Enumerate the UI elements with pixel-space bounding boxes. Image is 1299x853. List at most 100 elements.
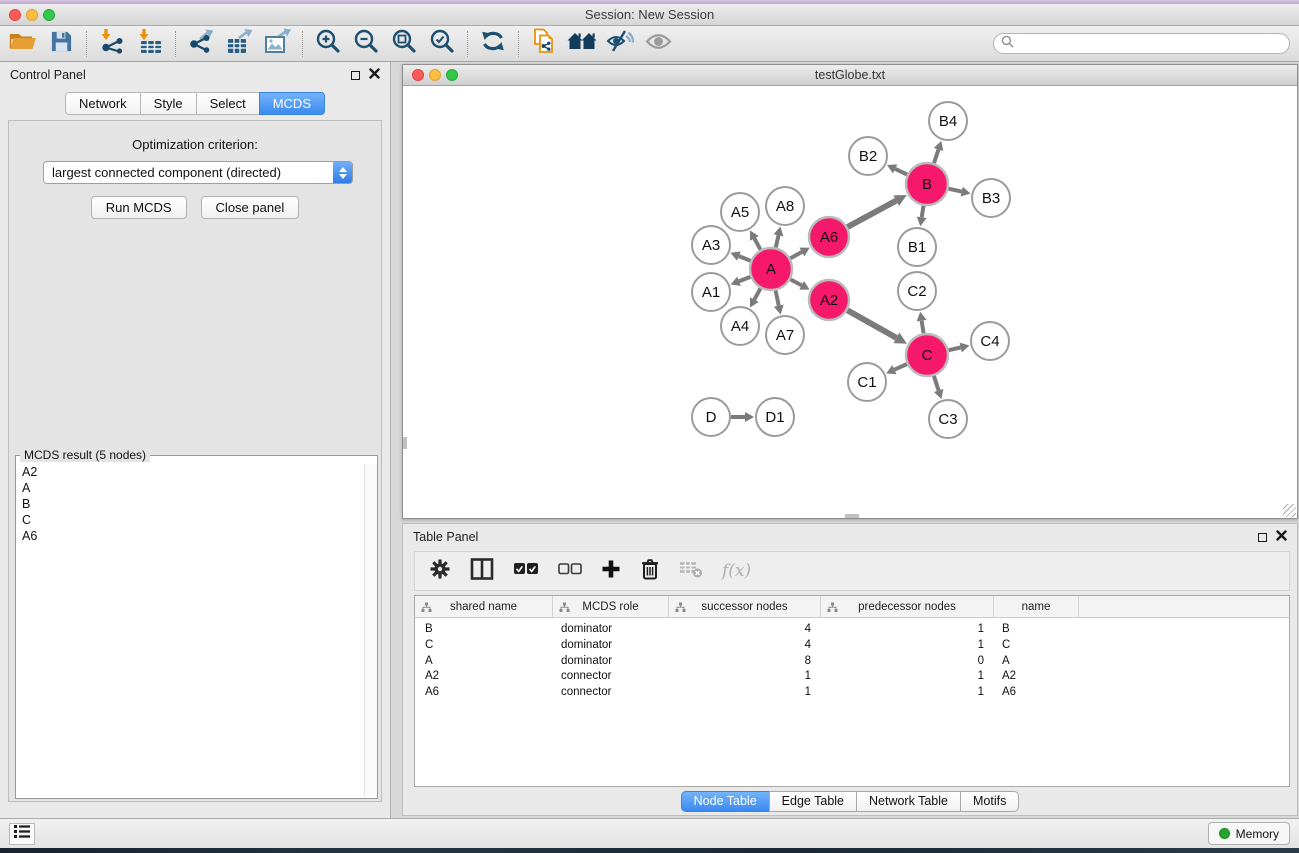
- cell-successor-nodes[interactable]: 4: [669, 622, 821, 638]
- zoom-selected-button[interactable]: [423, 28, 461, 60]
- column-header-name[interactable]: name: [994, 596, 1079, 617]
- float-panel-icon[interactable]: [351, 71, 360, 80]
- cell-predecessor-nodes[interactable]: 1: [821, 622, 994, 638]
- search-input[interactable]: [1019, 37, 1289, 51]
- show-columns-button[interactable]: [470, 558, 494, 585]
- close-window-button[interactable]: [9, 9, 21, 21]
- network-canvas[interactable]: B4B2BB3A5A8A6B1A3AA1C2A2A4A7C4CC1C3DD1: [403, 86, 1297, 518]
- tab-edge-table[interactable]: Edge Table: [769, 791, 857, 812]
- cell-successor-nodes[interactable]: 1: [669, 669, 821, 685]
- tab-node-table[interactable]: Node Table: [681, 791, 770, 812]
- graph-edge-B-B2[interactable]: [895, 169, 907, 175]
- graph-edge-B-B4[interactable]: [934, 149, 939, 163]
- result-item-b[interactable]: B: [17, 496, 363, 512]
- import-table-button[interactable]: [131, 28, 169, 60]
- cell-predecessor-nodes[interactable]: 1: [821, 669, 994, 685]
- close-table-panel-icon[interactable]: [1276, 528, 1287, 546]
- zoom-fit-button[interactable]: [385, 28, 423, 60]
- graph-edge-C-C2[interactable]: [922, 321, 924, 334]
- memory-button[interactable]: Memory: [1208, 822, 1290, 845]
- table-settings-button[interactable]: [429, 558, 451, 585]
- graph-edge-A-A1[interactable]: [739, 277, 750, 281]
- search-field[interactable]: [993, 33, 1290, 54]
- column-header-predecessor-nodes[interactable]: predecessor nodes: [821, 596, 994, 617]
- cell-name[interactable]: A6: [994, 685, 1079, 701]
- deselect-all-rows-button[interactable]: [558, 562, 582, 580]
- export-network-button[interactable]: [182, 28, 220, 60]
- cell-shared-name[interactable]: A: [415, 654, 553, 670]
- delete-rows-button[interactable]: [640, 558, 660, 585]
- open-file-button[interactable]: [4, 28, 42, 60]
- cell-successor-nodes[interactable]: 1: [669, 685, 821, 701]
- save-session-button[interactable]: [42, 28, 80, 60]
- graph-edge-C-C4[interactable]: [948, 348, 960, 351]
- cell-name[interactable]: A2: [994, 669, 1079, 685]
- tab-network[interactable]: Network: [65, 92, 141, 115]
- first-neighbors-button[interactable]: [563, 28, 601, 60]
- cell-shared-name[interactable]: C: [415, 638, 553, 654]
- table-row-a2[interactable]: A2connector11A2: [415, 669, 1289, 685]
- cell-MCDS-role[interactable]: dominator: [553, 654, 669, 670]
- float-table-panel-icon[interactable]: [1258, 533, 1267, 542]
- cell-successor-nodes[interactable]: 4: [669, 638, 821, 654]
- tab-network-table[interactable]: Network Table: [856, 791, 961, 812]
- graph-edge-C-C1[interactable]: [894, 364, 907, 370]
- cell-shared-name[interactable]: A6: [415, 685, 553, 701]
- cell-shared-name[interactable]: A2: [415, 669, 553, 685]
- column-header-shared-name[interactable]: shared name: [415, 596, 553, 617]
- graph-edge-A-A7[interactable]: [776, 291, 779, 306]
- tab-style[interactable]: Style: [140, 92, 197, 115]
- tab-select[interactable]: Select: [196, 92, 260, 115]
- result-item-a[interactable]: A: [17, 480, 363, 496]
- import-network-button[interactable]: [93, 28, 131, 60]
- result-item-c[interactable]: C: [17, 512, 363, 528]
- result-item-a2[interactable]: A2: [17, 464, 363, 480]
- column-header-MCDS-role[interactable]: MCDS role: [553, 596, 669, 617]
- graph-edge-B-B1[interactable]: [922, 206, 924, 218]
- cell-name[interactable]: B: [994, 622, 1079, 638]
- column-header-successor-nodes[interactable]: successor nodes: [669, 596, 821, 617]
- close-panel-icon[interactable]: [369, 66, 380, 84]
- graph-edge-A-A5[interactable]: [754, 238, 760, 249]
- table-row-b[interactable]: Bdominator41B: [415, 622, 1289, 638]
- horizontal-scroll-handle[interactable]: [845, 514, 859, 518]
- optimization-criterion-select[interactable]: largest connected component (directed): [43, 161, 353, 184]
- graph-edge-A-A8[interactable]: [776, 235, 779, 247]
- minimize-window-button[interactable]: [26, 9, 38, 21]
- graph-edge-C-C3[interactable]: [934, 376, 939, 391]
- table-row-c[interactable]: Cdominator41C: [415, 638, 1289, 654]
- cell-predecessor-nodes[interactable]: 1: [821, 638, 994, 654]
- export-table-button[interactable]: [220, 28, 258, 60]
- export-image-button[interactable]: [258, 28, 296, 60]
- zoom-window-button[interactable]: [43, 9, 55, 21]
- select-all-rows-button[interactable]: [513, 562, 539, 581]
- result-item-a6[interactable]: A6: [17, 528, 363, 544]
- zoom-in-button[interactable]: [309, 28, 347, 60]
- cell-MCDS-role[interactable]: dominator: [553, 622, 669, 638]
- graph-edge-A-A2[interactable]: [790, 279, 801, 285]
- cell-MCDS-role[interactable]: dominator: [553, 638, 669, 654]
- graph-edge-A2-C[interactable]: [847, 310, 896, 338]
- new-network-from-selection-button[interactable]: [525, 28, 563, 60]
- hide-selected-button[interactable]: [601, 28, 639, 60]
- graph-edge-A-A4[interactable]: [754, 288, 760, 299]
- vertical-scroll-handle[interactable]: [403, 437, 407, 449]
- run-mcds-button[interactable]: Run MCDS: [91, 196, 187, 219]
- result-scrollbar[interactable]: [364, 464, 377, 797]
- add-row-button[interactable]: [601, 559, 621, 584]
- table-row-a6[interactable]: A6connector11A6: [415, 685, 1289, 701]
- cell-shared-name[interactable]: B: [415, 622, 553, 638]
- table-row-a[interactable]: Adominator80A: [415, 654, 1289, 670]
- graph-edge-B-B3[interactable]: [948, 189, 961, 192]
- tab-mcds[interactable]: MCDS: [259, 92, 325, 115]
- graph-edge-A-A3[interactable]: [739, 256, 751, 261]
- cell-MCDS-role[interactable]: connector: [553, 669, 669, 685]
- window-resize-grip[interactable]: [1283, 504, 1296, 517]
- zoom-out-button[interactable]: [347, 28, 385, 60]
- graph-edge-A6-B[interactable]: [847, 201, 896, 227]
- cell-predecessor-nodes[interactable]: 0: [821, 654, 994, 670]
- cell-successor-nodes[interactable]: 8: [669, 654, 821, 670]
- cell-predecessor-nodes[interactable]: 1: [821, 685, 994, 701]
- task-history-button[interactable]: [9, 823, 35, 845]
- apply-layout-button[interactable]: [474, 28, 512, 60]
